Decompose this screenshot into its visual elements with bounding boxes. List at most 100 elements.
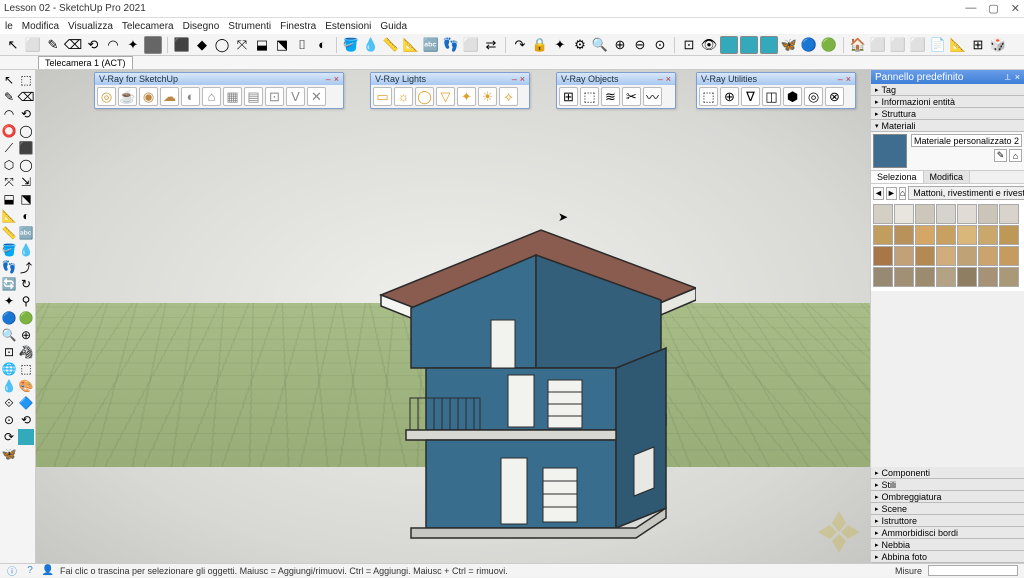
tool-button[interactable]: ⟲: [18, 106, 34, 122]
material-swatch[interactable]: [894, 225, 914, 245]
tool-button[interactable]: 🦓: [18, 344, 34, 360]
mesh-light-icon[interactable]: ⟡: [499, 87, 518, 106]
tray-info[interactable]: Informazioni entità: [871, 96, 1024, 108]
toolbar-button[interactable]: ⬜: [889, 36, 907, 54]
material-swatch[interactable]: [894, 204, 914, 224]
set-default-icon[interactable]: ⌂: [1009, 149, 1022, 162]
tool-button[interactable]: ⊡: [1, 344, 17, 360]
tool-button[interactable]: ⤧: [1, 174, 17, 190]
toolbar-button[interactable]: ◯: [213, 36, 231, 54]
tool-button[interactable]: 🔵: [1, 310, 17, 326]
maximize-button[interactable]: ▢: [988, 2, 998, 15]
material-swatch[interactable]: [957, 204, 977, 224]
toolbar-button[interactable]: 📏: [382, 36, 400, 54]
tool-button[interactable]: 🔄: [1, 276, 17, 292]
rect-light-icon[interactable]: ▭: [373, 87, 392, 106]
material-swatch[interactable]: [957, 246, 977, 266]
tray-abbina[interactable]: Abbina foto: [871, 551, 1024, 563]
tray-nebbia[interactable]: Nebbia: [871, 539, 1024, 551]
toolbar-button[interactable]: ⟲: [84, 36, 102, 54]
tool-button[interactable]: ✦: [1, 293, 17, 309]
user-icon[interactable]: 👤: [42, 565, 54, 577]
toolbar-button[interactable]: ◆: [193, 36, 211, 54]
toolbar-button[interactable]: 📄: [929, 36, 947, 54]
material-swatch[interactable]: [999, 204, 1019, 224]
toolbar-button[interactable]: 🔍: [591, 36, 609, 54]
toolbar-button[interactable]: ✎: [44, 36, 62, 54]
menu-file[interactable]: le: [5, 21, 13, 32]
toolbar-button[interactable]: ◐: [313, 36, 331, 54]
material-swatch[interactable]: [936, 267, 956, 287]
omni-light-icon[interactable]: ✦: [457, 87, 476, 106]
material-swatch[interactable]: [915, 246, 935, 266]
toolbar-button[interactable]: [760, 36, 778, 54]
fur-icon[interactable]: ≋: [601, 87, 620, 106]
toolbar-close-icon[interactable]: ×: [334, 74, 339, 84]
toolbar-button[interactable]: [720, 36, 738, 54]
toolbar-button[interactable]: 🏠: [849, 36, 867, 54]
tool-button[interactable]: 🎨: [18, 378, 34, 394]
vision-icon[interactable]: V: [286, 87, 305, 106]
create-material-icon[interactable]: ✎: [994, 149, 1007, 162]
toolbar-close-icon[interactable]: ×: [520, 74, 525, 84]
chaos-icon[interactable]: ✕: [307, 87, 326, 106]
tray-scene[interactable]: Scene: [871, 503, 1024, 515]
material-swatch[interactable]: [936, 204, 956, 224]
material-swatch[interactable]: [999, 225, 1019, 245]
tray-ammorbidisci[interactable]: Ammorbidisci bordi: [871, 527, 1024, 539]
toolbar-button[interactable]: ⊕: [611, 36, 629, 54]
toolbar-button[interactable]: 🔒: [531, 36, 549, 54]
viewport-render-icon[interactable]: ◐: [181, 87, 200, 106]
tool-button[interactable]: ◐: [18, 208, 34, 224]
tray-componenti[interactable]: Componenti: [871, 467, 1024, 479]
batch-render-icon[interactable]: ▤: [244, 87, 263, 106]
house-model[interactable]: [336, 200, 696, 550]
util-2-icon[interactable]: ⊕: [720, 87, 739, 106]
tool-button[interactable]: 🌐: [1, 361, 17, 377]
util-3-icon[interactable]: ∇: [741, 87, 760, 106]
toolbar-close-icon[interactable]: ×: [666, 74, 671, 84]
tool-button[interactable]: ⊙: [1, 412, 17, 428]
tray-istruttore[interactable]: Istruttore: [871, 515, 1024, 527]
measure-input[interactable]: [928, 565, 1018, 576]
tray-tag[interactable]: Tag: [871, 84, 1024, 96]
tray-header[interactable]: Pannello predefinito ⟂×: [871, 70, 1024, 84]
tool-button[interactable]: ⬛: [18, 140, 34, 156]
tool-button[interactable]: 🟢: [18, 310, 34, 326]
ies-light-icon[interactable]: ▽: [436, 87, 455, 106]
material-swatch[interactable]: [957, 225, 977, 245]
toolbar-button[interactable]: 💧: [362, 36, 380, 54]
tool-button[interactable]: 💧: [18, 242, 34, 258]
tool-button[interactable]: ⇲: [18, 174, 34, 190]
viewport-region-icon[interactable]: ⌂: [202, 87, 221, 106]
toolbar-button[interactable]: ⊙: [651, 36, 669, 54]
vray-lights-toolbar[interactable]: V-Ray Lights–× ▭ ☼ ◯ ▽ ✦ ☀ ⟡: [370, 72, 530, 109]
menu-disegno[interactable]: Disegno: [183, 21, 220, 32]
toolbar-button[interactable]: ⊖: [631, 36, 649, 54]
lock-camera-icon[interactable]: ⊡: [265, 87, 284, 106]
material-name-input[interactable]: [911, 134, 1022, 147]
frame-buffer-icon[interactable]: ▦: [223, 87, 242, 106]
toolbar-button[interactable]: ↷: [511, 36, 529, 54]
material-swatch[interactable]: [936, 225, 956, 245]
toolbar-button[interactable]: [740, 36, 758, 54]
toolbar-button[interactable]: ⬔: [273, 36, 291, 54]
toolbar-button[interactable]: 👣: [442, 36, 460, 54]
displacement-icon[interactable]: 〰: [643, 87, 662, 106]
material-swatch[interactable]: [978, 204, 998, 224]
vray-objects-toolbar[interactable]: V-Ray Objects–× ⊞ ⬚ ≋ ✂ 〰: [556, 72, 676, 109]
pin-icon[interactable]: ⟂: [1005, 72, 1011, 83]
tool-button[interactable]: ⟐: [1, 395, 17, 411]
tool-button[interactable]: 🔤: [18, 225, 34, 241]
dome-light-icon[interactable]: ☀: [478, 87, 497, 106]
tool-button[interactable]: 📐: [1, 208, 17, 224]
toolbar-button[interactable]: ⤧: [233, 36, 251, 54]
clipper-icon[interactable]: ✂: [622, 87, 641, 106]
toolbar-button[interactable]: ✦: [124, 36, 142, 54]
tool-button[interactable]: ◠: [1, 106, 17, 122]
menu-estensioni[interactable]: Estensioni: [325, 21, 371, 32]
toolbar-button[interactable]: ⊡: [680, 36, 698, 54]
material-swatch[interactable]: [873, 225, 893, 245]
toolbar-button[interactable]: 🟢: [820, 36, 838, 54]
material-swatch[interactable]: [978, 267, 998, 287]
